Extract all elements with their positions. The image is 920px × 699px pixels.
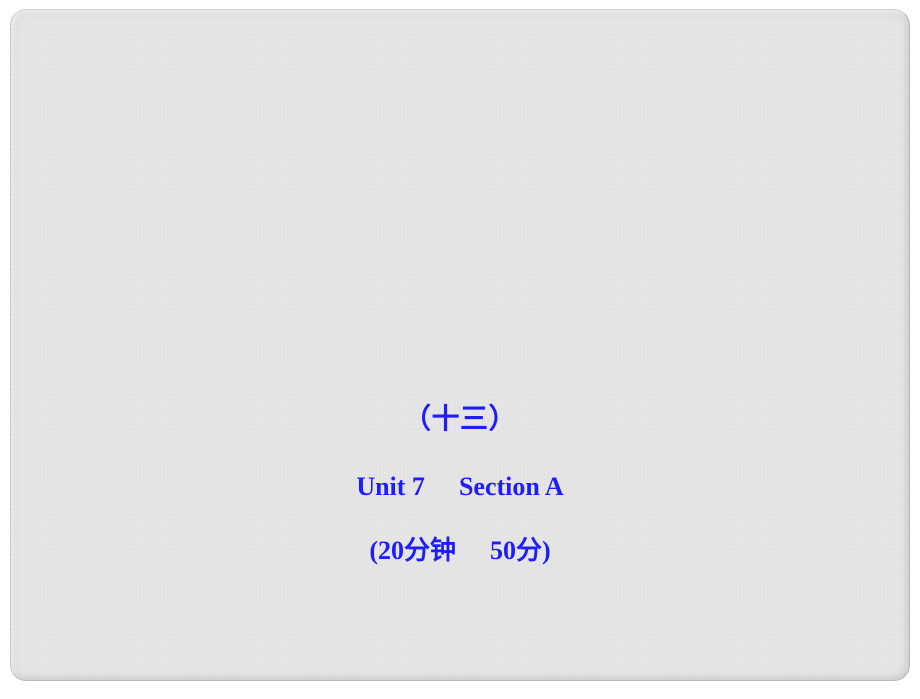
slide-text-block: （十三） Unit 7 Section A (20分钟 50分) bbox=[11, 406, 909, 564]
score-label: 50分) bbox=[490, 536, 551, 565]
unit-label: Unit 7 bbox=[356, 472, 425, 501]
slide-card: （十三） Unit 7 Section A (20分钟 50分) bbox=[10, 9, 910, 681]
worksheet-number: （十三） bbox=[11, 406, 909, 434]
duration-label: (20分钟 bbox=[369, 536, 456, 565]
section-label: Section A bbox=[459, 472, 564, 501]
unit-section-line: Unit 7 Section A bbox=[11, 474, 909, 500]
duration-score-line: (20分钟 50分) bbox=[11, 538, 909, 564]
